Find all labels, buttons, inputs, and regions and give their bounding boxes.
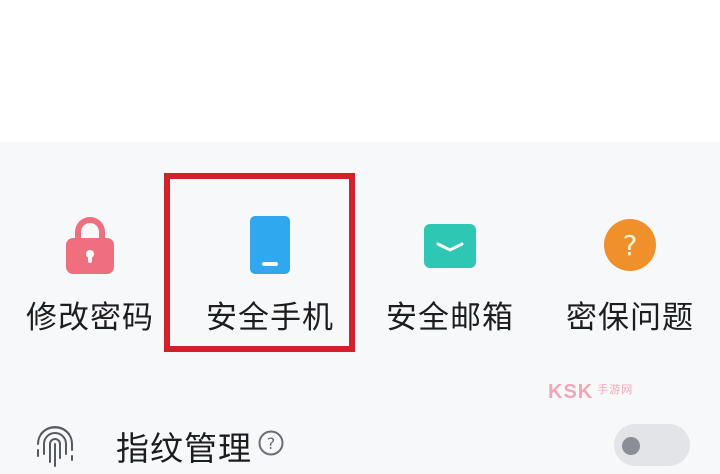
email-icon bbox=[424, 224, 476, 268]
security-shortcuts: 修改密码 安全手机 安全邮箱 ? 密保问题 bbox=[0, 142, 720, 372]
security-question-label: 密保问题 bbox=[566, 300, 694, 336]
fingerprint-title: 指纹管理 bbox=[116, 429, 252, 468]
highlight-frame bbox=[164, 173, 355, 352]
fingerprint-icon bbox=[37, 426, 73, 467]
watermark-sub: 手游网 bbox=[597, 384, 634, 396]
toggle-knob bbox=[622, 437, 640, 455]
fingerprint-toggle[interactable] bbox=[614, 424, 690, 466]
security-question-button[interactable]: ? 密保问题 bbox=[540, 142, 720, 372]
security-email-label: 安全邮箱 bbox=[386, 300, 514, 336]
change-password-button[interactable]: 修改密码 bbox=[0, 142, 180, 372]
security-email-button[interactable]: 安全邮箱 bbox=[360, 142, 540, 372]
lock-icon bbox=[66, 217, 114, 274]
fingerprint-settings-row[interactable]: 指纹管理 ? bbox=[0, 400, 720, 474]
question-icon: ? bbox=[604, 219, 656, 271]
change-password-label: 修改密码 bbox=[26, 300, 154, 336]
svg-text:?: ? bbox=[623, 229, 638, 262]
svg-text:?: ? bbox=[267, 434, 276, 453]
help-icon[interactable]: ? bbox=[258, 430, 284, 456]
header-blank-area bbox=[0, 0, 720, 142]
